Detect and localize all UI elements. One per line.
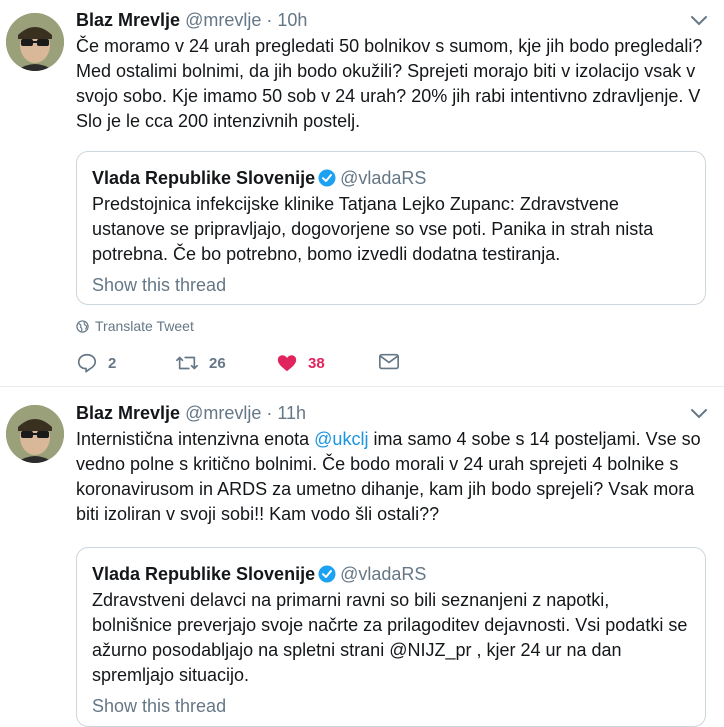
author-handle[interactable]: @mrevlje (185, 403, 261, 423)
tweet-2[interactable]: Blaz Mrevlje @mrevlje · 11h Internističn… (0, 387, 724, 727)
like-button[interactable]: 38 (276, 352, 325, 374)
reply-button[interactable]: 2 (76, 352, 116, 374)
translate-label: Translate Tweet (95, 318, 194, 334)
quoted-tweet[interactable]: Vlada Republike Slovenije @vladaRS Zdravs… (76, 547, 706, 727)
author-name[interactable]: Blaz Mrevlje (76, 10, 180, 30)
tweet-text-start: Internistična intenzivna enota (76, 429, 315, 449)
like-count: 38 (308, 354, 325, 372)
quoted-tweet-text: Predstojnica infekcijske klinike Tatjana… (92, 194, 654, 264)
tweet-text: Internistična intenzivna enota @ukclj im… (76, 427, 706, 527)
verified-badge-icon (318, 169, 336, 187)
mention-link[interactable]: @ukclj (314, 429, 368, 449)
quoted-author-handle: @vladaRS (340, 564, 427, 584)
verified-badge-icon (318, 565, 336, 583)
avatar-image-icon (6, 13, 64, 71)
reply-icon (77, 353, 97, 373)
tweet-actions: 2 26 38 (76, 352, 476, 382)
timestamp[interactable]: 11h (277, 403, 306, 423)
show-thread-link[interactable]: Show this thread (92, 696, 690, 717)
show-thread-link[interactable]: Show this thread (92, 275, 690, 296)
separator: · (266, 10, 273, 30)
quoted-tweet-header: Vlada Republike Slovenije @vladaRS (92, 562, 690, 586)
avatar[interactable] (6, 13, 64, 71)
tweet-header: Blaz Mrevlje @mrevlje · 10h (76, 9, 307, 31)
quoted-author-name: Vlada Republike Slovenije (92, 564, 316, 584)
quoted-tweet-header: Vlada Republike Slovenije @vladaRS (92, 166, 690, 190)
tweet-1[interactable]: Blaz Mrevlje @mrevlje · 10h Če moramo v … (0, 0, 724, 387)
chevron-down-icon[interactable] (690, 408, 708, 420)
reply-count: 2 (108, 354, 117, 372)
message-icon (379, 353, 399, 370)
quoted-author-handle: @vladaRS (340, 168, 427, 188)
translate-tweet-link[interactable]: Translate Tweet (76, 318, 194, 334)
separator: · (266, 403, 273, 423)
direct-message-button[interactable] (378, 352, 400, 372)
retweet-icon (176, 356, 198, 370)
avatar-image-icon (6, 405, 64, 463)
quoted-tweet[interactable]: Vlada Republike Slovenije @vladaRS Predst… (76, 151, 706, 305)
globe-icon (76, 319, 89, 333)
avatar[interactable] (6, 405, 64, 463)
quoted-author-name: Vlada Republike Slovenije (92, 168, 316, 188)
retweet-button[interactable]: 26 (175, 352, 226, 374)
author-handle[interactable]: @mrevlje (185, 10, 261, 30)
quoted-tweet-text: Zdravstveni delavci na primarni ravni so… (92, 590, 688, 685)
heart-icon (277, 355, 297, 372)
timestamp[interactable]: 10h (277, 10, 307, 30)
retweet-count: 26 (209, 354, 226, 372)
tweet-text: Če moramo v 24 urah pregledati 50 bolnik… (76, 36, 703, 131)
chevron-down-icon[interactable] (690, 15, 708, 27)
tweet-header: Blaz Mrevlje @mrevlje · 11h (76, 402, 306, 424)
author-name[interactable]: Blaz Mrevlje (76, 403, 180, 423)
